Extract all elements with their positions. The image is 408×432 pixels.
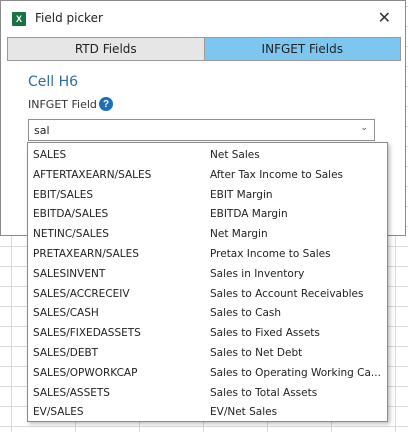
field-code: SALES/CASH [33,307,99,320]
field-description: Pretax Income to Sales [210,248,331,260]
field-label: INFGET Field [28,98,97,111]
list-item[interactable]: NETINC/SALES Net Margin [28,224,387,244]
list-item[interactable]: SALES/ASSETS Sales to Total Assets [28,383,387,403]
list-item[interactable]: SALES/CASH Sales to Cash [28,303,387,323]
list-item[interactable]: EBITDA/SALES EBITDA Margin [28,204,387,224]
field-description: EV/Net Sales [210,406,278,419]
field-description: Sales to Cash [210,307,282,320]
field-code: SALES/DEBT [33,347,99,359]
list-item[interactable]: SALES Net Sales [28,145,387,165]
field-code: SALES/ACCRECEIV [33,287,130,300]
tab-infget-fields[interactable]: INFGET Fields [204,37,401,61]
field-description: Sales to Operating Working Ca... [210,366,381,379]
list-item[interactable]: SALES/DEBT Sales to Net Debt [28,343,387,363]
field-code: SALES/ASSETS [33,386,110,399]
list-item[interactable]: SALESINVENT Sales in Inventory [28,264,387,284]
excel-icon: X [12,12,26,26]
field-description: Sales to Total Assets [210,386,318,399]
field-description: Sales to Account Receivables [210,287,364,300]
chevron-down-icon[interactable]: ⌄ [360,123,368,133]
close-icon[interactable]: ✕ [378,8,391,28]
search-input[interactable]: sal [34,124,50,137]
field-code: EV/SALES [33,406,84,419]
field-code: SALESINVENT [33,267,106,280]
list-item[interactable]: EV/SALES EV/Net Sales [28,402,387,422]
list-item[interactable]: AFTERTAXEARN/SALES After Tax Income to Sa… [28,165,387,185]
field-search-combobox[interactable]: sal ⌄ [28,119,375,141]
field-description: Sales in Inventory [210,267,305,280]
field-code: EBIT/SALES [33,188,94,201]
field-description: Sales to Fixed Assets [210,327,320,340]
help-icon[interactable]: ? [99,97,113,111]
field-code: AFTERTAXEARN/SALES [33,168,152,181]
tab-rtd-fields[interactable]: RTD Fields [7,37,205,61]
field-description: Net Margin [210,228,268,241]
field-description: EBIT Margin [210,188,273,201]
list-item[interactable]: SALES/FIXEDASSETS Sales to Fixed Assets [28,323,387,343]
cell-label: Cell H6 [28,74,79,90]
field-code: SALES/OPWORKCAP [33,366,138,379]
field-code: SALES [33,149,67,161]
field-dropdown-list: SALES Net Sales AFTERTAXEARN/SALES After Ta… [27,142,388,422]
field-description: Sales to Net Debt [210,347,303,359]
list-item[interactable]: EBIT/SALES EBIT Margin [28,185,387,205]
list-item[interactable]: SALES/ACCRECEIV Sales to Account Receivab… [28,284,387,304]
field-description: Net Sales [210,149,260,161]
window-title: Field picker [35,11,103,25]
list-item[interactable]: SALES/OPWORKCAP Sales to Operating Workin… [28,363,387,383]
field-code: SALES/FIXEDASSETS [33,327,141,340]
tab-bar: RTD Fields INFGET Fields [7,37,401,61]
title-bar: X Field picker ✕ [1,1,405,37]
field-code: NETINC/SALES [33,228,109,241]
field-description: EBITDA Margin [210,208,288,221]
list-item[interactable]: PRETAXEARN/SALES Pretax Income to Sales [28,244,387,264]
field-code: EBITDA/SALES [33,208,109,221]
field-code: PRETAXEARN/SALES [33,248,139,260]
field-description: After Tax Income to Sales [210,168,344,181]
